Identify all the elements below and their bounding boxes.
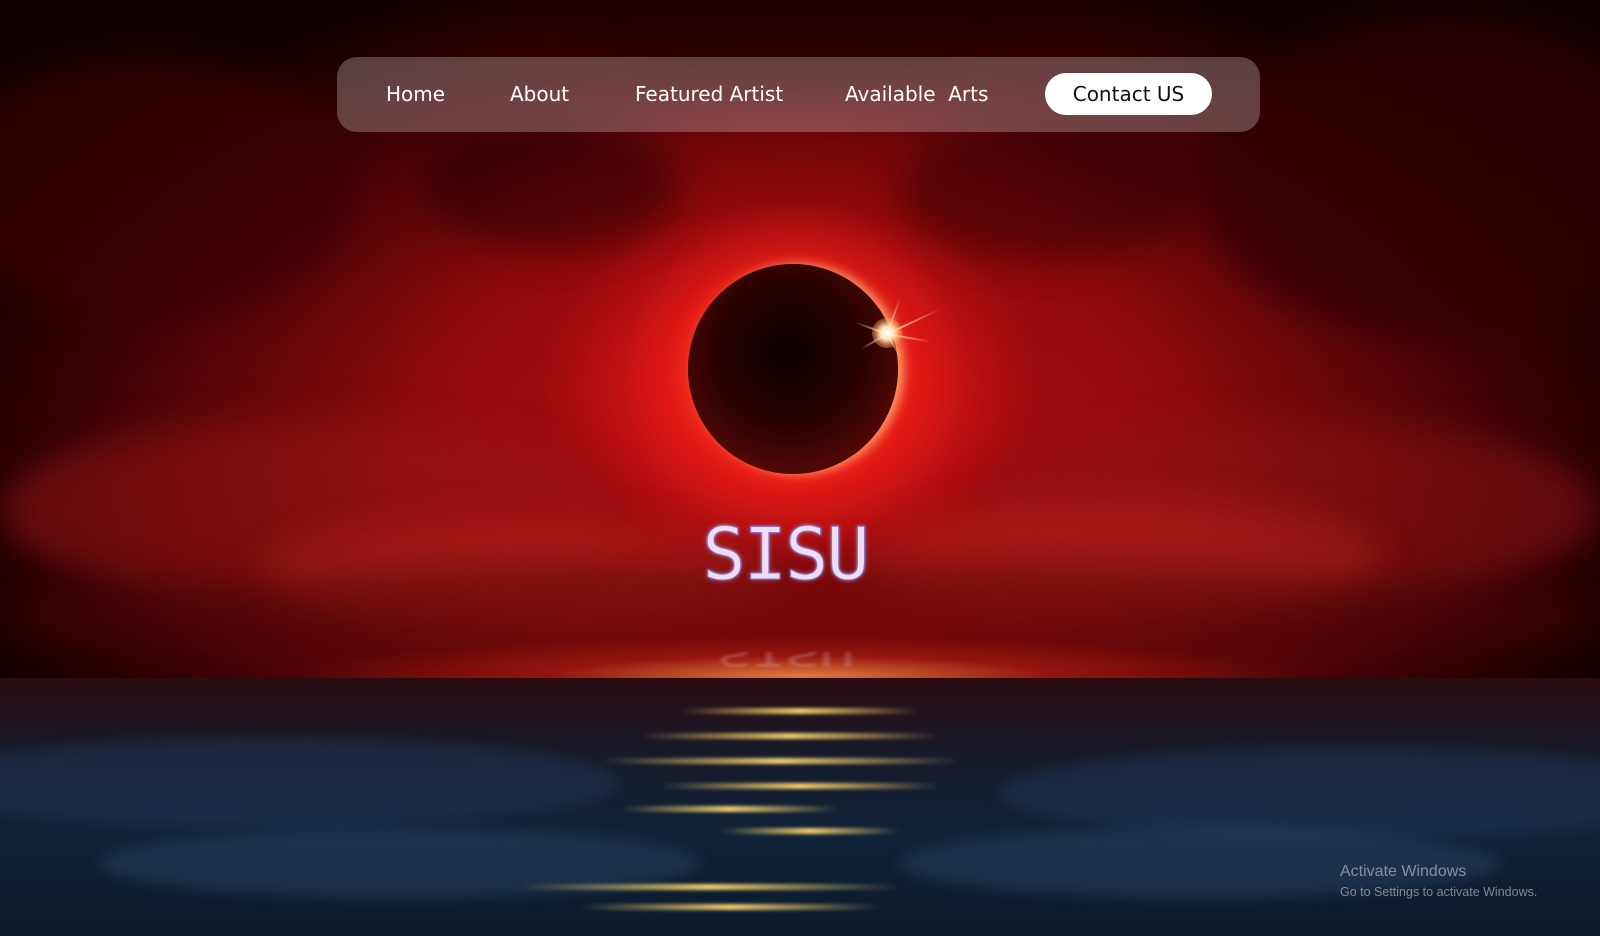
- sun-flare: [872, 318, 902, 348]
- contact-us-button[interactable]: Contact US: [1045, 73, 1212, 115]
- windows-activation-watermark: Activate Windows Go to Settings to activ…: [1340, 862, 1537, 900]
- watermark-subtitle: Go to Settings to activate Windows.: [1340, 885, 1538, 899]
- brand-title: SISU: [702, 512, 870, 597]
- eclipse-sun: [688, 264, 898, 474]
- nav-available-arts-link[interactable]: Available Arts: [845, 57, 988, 132]
- watermark-title: Activate Windows: [1340, 863, 1467, 880]
- hero-section: SISU Home About Featured Artist Availabl…: [0, 0, 1600, 936]
- nav-home-link[interactable]: Home: [386, 57, 445, 132]
- main-navigation: Home About Featured Artist Available Art…: [337, 57, 1260, 132]
- nav-about-link[interactable]: About: [510, 57, 569, 132]
- brand-title-reflection: SISU: [716, 652, 854, 672]
- nav-featured-artist-link[interactable]: Featured Artist: [635, 57, 783, 132]
